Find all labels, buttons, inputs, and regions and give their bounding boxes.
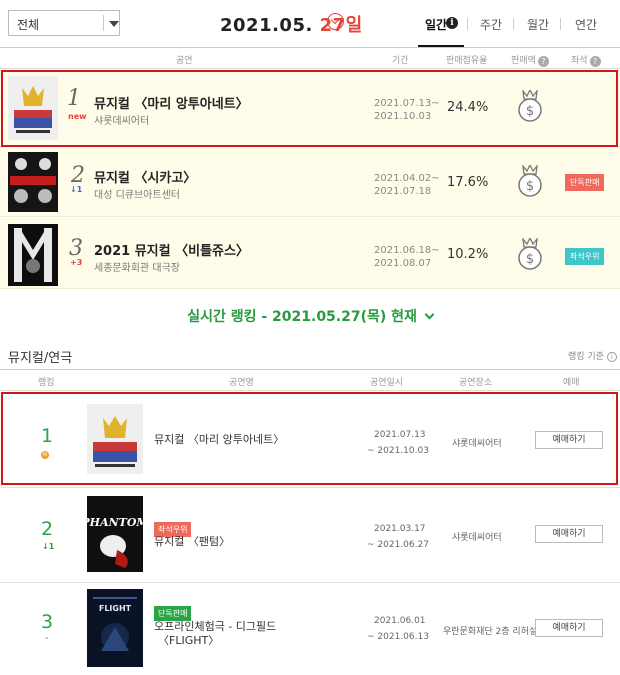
top-period-end-3: 2021.08.07 — [374, 258, 432, 269]
help-icon[interactable]: ? — [537, 56, 549, 67]
col-seats: 좌석? — [571, 53, 601, 67]
highlight-box — [1, 70, 618, 147]
info-icon[interactable]: i — [446, 17, 458, 29]
rank-date-end-3: ~ 2021.06.13 — [367, 632, 429, 642]
poster-phantom[interactable]: PHANTOM — [80, 496, 149, 572]
col-sales: 판매액? — [511, 53, 549, 67]
money-bag-icon: $ — [518, 238, 542, 270]
chevron-down-icon — [424, 309, 435, 320]
category-select[interactable]: 전체 — [8, 10, 120, 36]
seat-advantage-badge: 좌석우위 — [565, 248, 605, 265]
col-date: 공연일시 — [370, 378, 404, 388]
svg-text:$: $ — [526, 252, 534, 267]
col-share: 판매점유율 — [446, 56, 488, 66]
poster-art — [8, 224, 58, 286]
tab-divider — [467, 18, 468, 30]
category-select-value: 전체 — [17, 18, 40, 32]
col-rank: 랭킹 — [38, 378, 55, 388]
rank-number-3: 3 — [41, 611, 54, 633]
ranking-basis-label: 랭킹 기준 — [568, 352, 604, 362]
top-period-end-2: 2021.07.18 — [374, 186, 432, 197]
col-show: 공연 — [176, 56, 193, 66]
book-button-2[interactable]: 예매하기 — [535, 525, 603, 543]
rank-number-2: 2 — [41, 518, 54, 540]
realtime-ranking-toggle[interactable]: 실시간 랭킹 - 2021.05.27(목) 현재 — [0, 306, 620, 326]
top-venue-2: 대성 디큐브아트센터 — [94, 190, 180, 201]
top-rank-delta-2: ↓1 — [70, 185, 83, 194]
rank-title-3[interactable]: 오프라인체험극 - 디그필드 — [154, 620, 276, 634]
svg-text:PHANTOM: PHANTOM — [87, 516, 143, 529]
rank-date-start-3: 2021.06.01 — [374, 616, 426, 626]
money-bag-icon: $ — [518, 165, 542, 197]
poster-art: PHANTOM — [80, 496, 149, 572]
poster-art: FLIGHT — [87, 589, 143, 667]
col-sales-label: 판매액 — [511, 56, 536, 66]
section-title: 뮤지컬/연극 — [8, 351, 73, 366]
top-period-start-3: 2021.06.18~ — [374, 245, 440, 256]
col-show-name: 공연명 — [229, 378, 254, 388]
rank-date-end-2: ~ 2021.06.27 — [367, 540, 429, 550]
poster-caption: FLIGHT — [99, 604, 132, 613]
rank-title-2[interactable]: 뮤지컬 〈팬텀〉 — [154, 535, 230, 549]
row-divider — [0, 487, 620, 488]
poster-beetlejuice[interactable] — [8, 224, 58, 286]
poster-chicago[interactable] — [8, 152, 58, 212]
rank-date-3: 2021.06.01 ~ 2021.06.13 — [367, 613, 429, 645]
tab-yearly[interactable]: 연간 — [575, 16, 597, 33]
col-book: 예매 — [563, 378, 580, 388]
rank-delta-3: - — [45, 633, 49, 642]
col-period: 기간 — [392, 56, 409, 66]
exclusive-sale-tag: 단독판매 — [154, 606, 192, 621]
rank-venue-3: 우란문화재단 2층 리허설룸 — [443, 627, 546, 637]
select-divider — [103, 15, 104, 31]
tab-divider — [513, 18, 514, 30]
top-share-2: 17.6% — [447, 175, 489, 190]
rank-delta-2: ↓1 — [42, 542, 55, 551]
book-button-3[interactable]: 예매하기 — [535, 619, 603, 637]
rank-venue-2: 샤롯데씨어터 — [452, 533, 502, 543]
date-year-month: 2021.05. — [220, 15, 313, 36]
top-rank-delta-3: +3 — [70, 258, 83, 267]
col-seats-label: 좌석 — [571, 56, 588, 66]
realtime-label: 실시간 랭킹 - 2021.05.27(목) 현재 — [187, 309, 417, 325]
poster-art — [8, 152, 58, 212]
help-icon[interactable]: ? — [589, 56, 601, 67]
top-period-start-2: 2021.04.02~ — [374, 173, 440, 184]
highlight-box — [1, 392, 618, 485]
top-title-2[interactable]: 뮤지컬 〈시카고〉 — [94, 167, 196, 186]
tab-daily[interactable]: 일간 — [425, 16, 447, 33]
col-venue: 공연장소 — [459, 378, 493, 388]
rank-date-2: 2021.03.17 ~ 2021.06.27 — [367, 521, 429, 553]
tab-divider — [560, 18, 561, 30]
top-title-3[interactable]: 2021 뮤지컬 〈비틀쥬스〉 — [94, 240, 249, 259]
exclusive-sale-badge: 단독판매 — [565, 174, 605, 191]
rank-table-header: 랭킹 공연명 공연일시 공연장소 예매 — [0, 369, 620, 391]
top-share-3: 10.2% — [447, 247, 489, 262]
top-table-header: 공연 기간 판매점유율 판매액? 좌석? — [0, 47, 620, 69]
top-period-3: 2021.06.18~ 2021.08.07 — [374, 244, 440, 270]
poster-flight[interactable]: FLIGHT — [87, 589, 143, 667]
rank-date-start-2: 2021.03.17 — [374, 524, 426, 534]
date-picker-chevron-icon[interactable] — [327, 13, 344, 30]
tab-monthly[interactable]: 월간 — [527, 16, 549, 33]
rank-title-3-subtitle[interactable]: 〈FLIGHT〉 — [158, 634, 219, 648]
row-divider — [0, 582, 620, 583]
svg-text:$: $ — [526, 179, 534, 194]
info-icon: i — [606, 352, 617, 362]
top-venue-3: 세종문화회관 대극장 — [94, 263, 180, 274]
tab-weekly[interactable]: 주간 — [480, 16, 502, 33]
top-period-2: 2021.04.02~ 2021.07.18 — [374, 172, 440, 198]
chevron-down-icon — [109, 21, 119, 27]
ranking-basis-link[interactable]: 랭킹 기준 i — [568, 349, 617, 362]
